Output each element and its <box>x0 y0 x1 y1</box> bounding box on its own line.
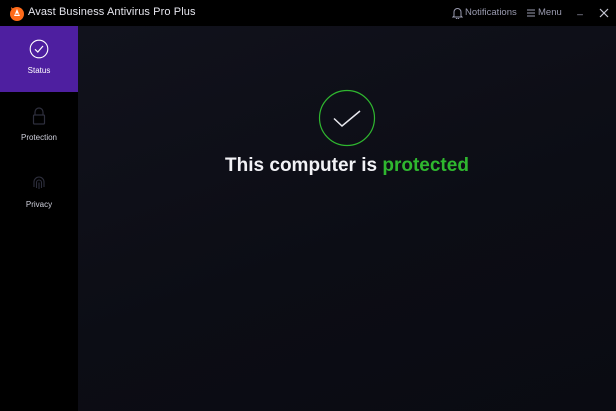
close-icon[interactable] <box>597 6 611 20</box>
fingerprint-icon <box>33 176 45 189</box>
check-circle-icon <box>29 39 49 59</box>
lock-icon <box>32 107 46 125</box>
sidebar-item-protection[interactable]: Protection <box>0 93 78 159</box>
main-panel: This computer is protected <box>78 26 616 411</box>
sidebar-item-privacy[interactable]: Privacy <box>0 160 78 226</box>
sidebar: Status Protection Privacy <box>0 26 78 411</box>
headline-prefix: This computer is <box>225 155 378 176</box>
checkmark-ring-icon <box>318 89 376 147</box>
hamburger-icon[interactable] <box>527 9 535 17</box>
minimize-button[interactable]: _ <box>573 4 587 18</box>
avast-logo-icon <box>10 7 24 21</box>
sidebar-item-label: Protection <box>20 133 58 142</box>
notifications-button[interactable]: Notifications <box>465 7 517 18</box>
sidebar-item-label: Status <box>27 66 51 75</box>
headline-status: protected <box>382 155 469 176</box>
bell-icon[interactable] <box>452 7 463 19</box>
sidebar-item-label: Privacy <box>25 200 53 209</box>
menu-button[interactable]: Menu <box>538 7 562 18</box>
sidebar-item-status[interactable]: Status <box>0 26 78 92</box>
title-bar: Avast Business Antivirus Pro Plus Notifi… <box>0 0 616 26</box>
app-title: Avast Business Antivirus Pro Plus <box>28 6 196 18</box>
protection-status-headline: This computer is protected <box>78 155 616 177</box>
